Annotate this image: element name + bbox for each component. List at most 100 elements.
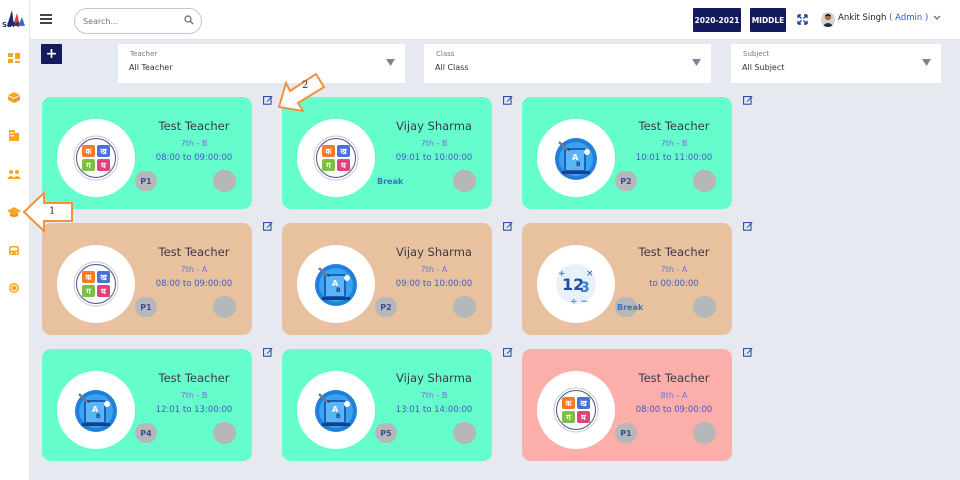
fullscreen-icon[interactable] bbox=[797, 14, 808, 25]
add-button[interactable]: + bbox=[41, 44, 62, 64]
svg-text:ख: ख bbox=[339, 147, 347, 156]
graduation-cap-icon[interactable] bbox=[7, 206, 21, 218]
class-section: 7th - B bbox=[180, 391, 208, 400]
svg-text:ग: ग bbox=[325, 161, 331, 170]
subject-image: क ख ग घ bbox=[57, 245, 135, 323]
period-badge: P2 bbox=[375, 297, 397, 317]
period-time: to 00:00:00 bbox=[649, 279, 699, 289]
svg-text:ख: ख bbox=[99, 147, 107, 156]
period-time: 08:00 to 09:00:00 bbox=[155, 279, 233, 289]
top-bar: 2020-2021 MIDDLE Ankit Singh ( Admin ) bbox=[30, 0, 960, 40]
svg-text:ग: ग bbox=[85, 287, 91, 296]
search-input[interactable] bbox=[83, 9, 183, 34]
status-dot bbox=[453, 170, 476, 192]
timetable-card[interactable]: A B Test Teacher 7th - B 12:01 to 13:00:… bbox=[42, 349, 252, 461]
bus-icon[interactable] bbox=[7, 245, 21, 257]
timetable-card[interactable]: क ख ग घ Test Teacher 8th - A 08:00 to 09… bbox=[522, 349, 732, 461]
subject-image: क ख ग घ bbox=[297, 119, 375, 197]
teacher-name: Vijay Sharma bbox=[396, 119, 472, 133]
edit-icon[interactable] bbox=[263, 221, 273, 231]
class-section: 7th - B bbox=[180, 139, 208, 148]
edit-icon[interactable] bbox=[743, 221, 753, 231]
edit-icon[interactable] bbox=[263, 347, 273, 357]
class-section: 8th - A bbox=[660, 391, 688, 400]
period-time: 09:00 to 10:00:00 bbox=[395, 279, 473, 289]
menu-icon[interactable] bbox=[40, 14, 52, 24]
edit-icon[interactable] bbox=[263, 95, 273, 105]
teacher-filter[interactable]: Teacher All Teacher bbox=[118, 44, 405, 83]
period-time: 08:00 to 09:00:00 bbox=[635, 405, 713, 415]
box-icon[interactable] bbox=[7, 91, 21, 103]
annotation-arrow-1 bbox=[22, 191, 73, 233]
period-time: 08:00 to 09:00:00 bbox=[155, 153, 233, 163]
teacher-name: Test Teacher bbox=[158, 245, 230, 259]
timetable-card[interactable]: A B Vijay Sharma 7th - A 09:00 to 10:00:… bbox=[282, 223, 492, 335]
status-dot bbox=[693, 422, 716, 444]
subject-image: क ख ग घ bbox=[537, 371, 615, 449]
subject-image: A B bbox=[57, 371, 135, 449]
period-time: 09:01 to 10:00:00 bbox=[395, 153, 473, 163]
edit-icon[interactable] bbox=[503, 95, 513, 105]
avatar[interactable] bbox=[821, 12, 835, 27]
caret-down-icon[interactable] bbox=[386, 59, 395, 66]
timetable-card[interactable]: A B Test Teacher 7th - B 10:01 to 11:00:… bbox=[522, 97, 732, 209]
svg-text:B: B bbox=[336, 413, 341, 420]
svg-text:क: क bbox=[84, 147, 92, 156]
edit-icon[interactable] bbox=[743, 95, 753, 105]
period-badge: P5 bbox=[375, 423, 397, 443]
class-filter[interactable]: Class All Class bbox=[424, 44, 711, 83]
timetable-card[interactable]: क ख ग घ Test Teacher 7th - A 08:00 to 09… bbox=[42, 223, 252, 335]
edit-icon[interactable] bbox=[503, 221, 513, 231]
status-dot bbox=[213, 296, 236, 318]
user-menu[interactable]: Ankit Singh ( Admin ) bbox=[838, 13, 928, 23]
filter-value: All Class bbox=[435, 63, 469, 72]
svg-text:क: क bbox=[324, 147, 332, 156]
period-time: 12:01 to 13:00:00 bbox=[155, 405, 233, 415]
svg-text:÷ −: ÷ − bbox=[570, 297, 588, 307]
caret-down-icon[interactable] bbox=[692, 59, 701, 66]
level-button[interactable]: MIDDLE bbox=[750, 8, 786, 32]
filter-value: All Subject bbox=[742, 63, 785, 72]
svg-text:B: B bbox=[96, 413, 101, 420]
filter-label: Subject bbox=[743, 50, 770, 58]
dashboard-icon[interactable] bbox=[7, 52, 21, 64]
class-section: 7th - A bbox=[420, 265, 448, 274]
building-icon[interactable] bbox=[7, 129, 21, 141]
caret-down-icon[interactable] bbox=[922, 59, 931, 66]
chevron-down-icon[interactable] bbox=[933, 15, 941, 21]
class-section: 7th - B bbox=[660, 139, 688, 148]
annotation-label-1: 1 bbox=[49, 206, 56, 217]
filter-label: Teacher bbox=[130, 50, 158, 58]
teacher-name: Test Teacher bbox=[638, 245, 710, 259]
teacher-name: Vijay Sharma bbox=[396, 371, 472, 385]
filter-label: Class bbox=[436, 50, 455, 58]
svg-text:×: × bbox=[586, 269, 594, 279]
edit-icon[interactable] bbox=[743, 347, 753, 357]
teacher-name: Test Teacher bbox=[158, 371, 230, 385]
timetable-card[interactable]: 12 3 + × ÷ − Test Teacher 7th - A to 00:… bbox=[522, 223, 732, 335]
users-icon[interactable] bbox=[7, 168, 21, 180]
timetable-card[interactable]: A B Vijay Sharma 7th - B 13:01 to 14:00:… bbox=[282, 349, 492, 461]
edit-icon[interactable] bbox=[503, 347, 513, 357]
period-badge: Break bbox=[377, 176, 404, 186]
period-badge: P4 bbox=[135, 423, 157, 443]
status-dot bbox=[693, 296, 716, 318]
svg-text:ग: ग bbox=[85, 161, 91, 170]
status-dot bbox=[213, 170, 236, 192]
class-section: 7th - A bbox=[660, 265, 688, 274]
search-box[interactable] bbox=[74, 8, 202, 34]
status-dot bbox=[453, 296, 476, 318]
svg-text:क: क bbox=[84, 273, 92, 282]
svg-text:क: क bbox=[564, 399, 572, 408]
teacher-name: Test Teacher bbox=[158, 119, 230, 133]
class-section: 7th - B bbox=[420, 139, 448, 148]
timetable-card[interactable]: क ख ग घ Vijay Sharma 7th - B 09:01 to 10… bbox=[282, 97, 492, 209]
svg-text:3: 3 bbox=[580, 280, 590, 296]
svg-text:ग: ग bbox=[565, 413, 571, 422]
session-button[interactable]: 2020-2021 bbox=[693, 8, 741, 32]
class-section: 7th - A bbox=[180, 265, 208, 274]
class-section: 7th - B bbox=[420, 391, 448, 400]
coin-icon[interactable] bbox=[7, 282, 21, 294]
subject-filter[interactable]: Subject All Subject bbox=[731, 44, 941, 83]
search-icon[interactable] bbox=[184, 15, 194, 25]
